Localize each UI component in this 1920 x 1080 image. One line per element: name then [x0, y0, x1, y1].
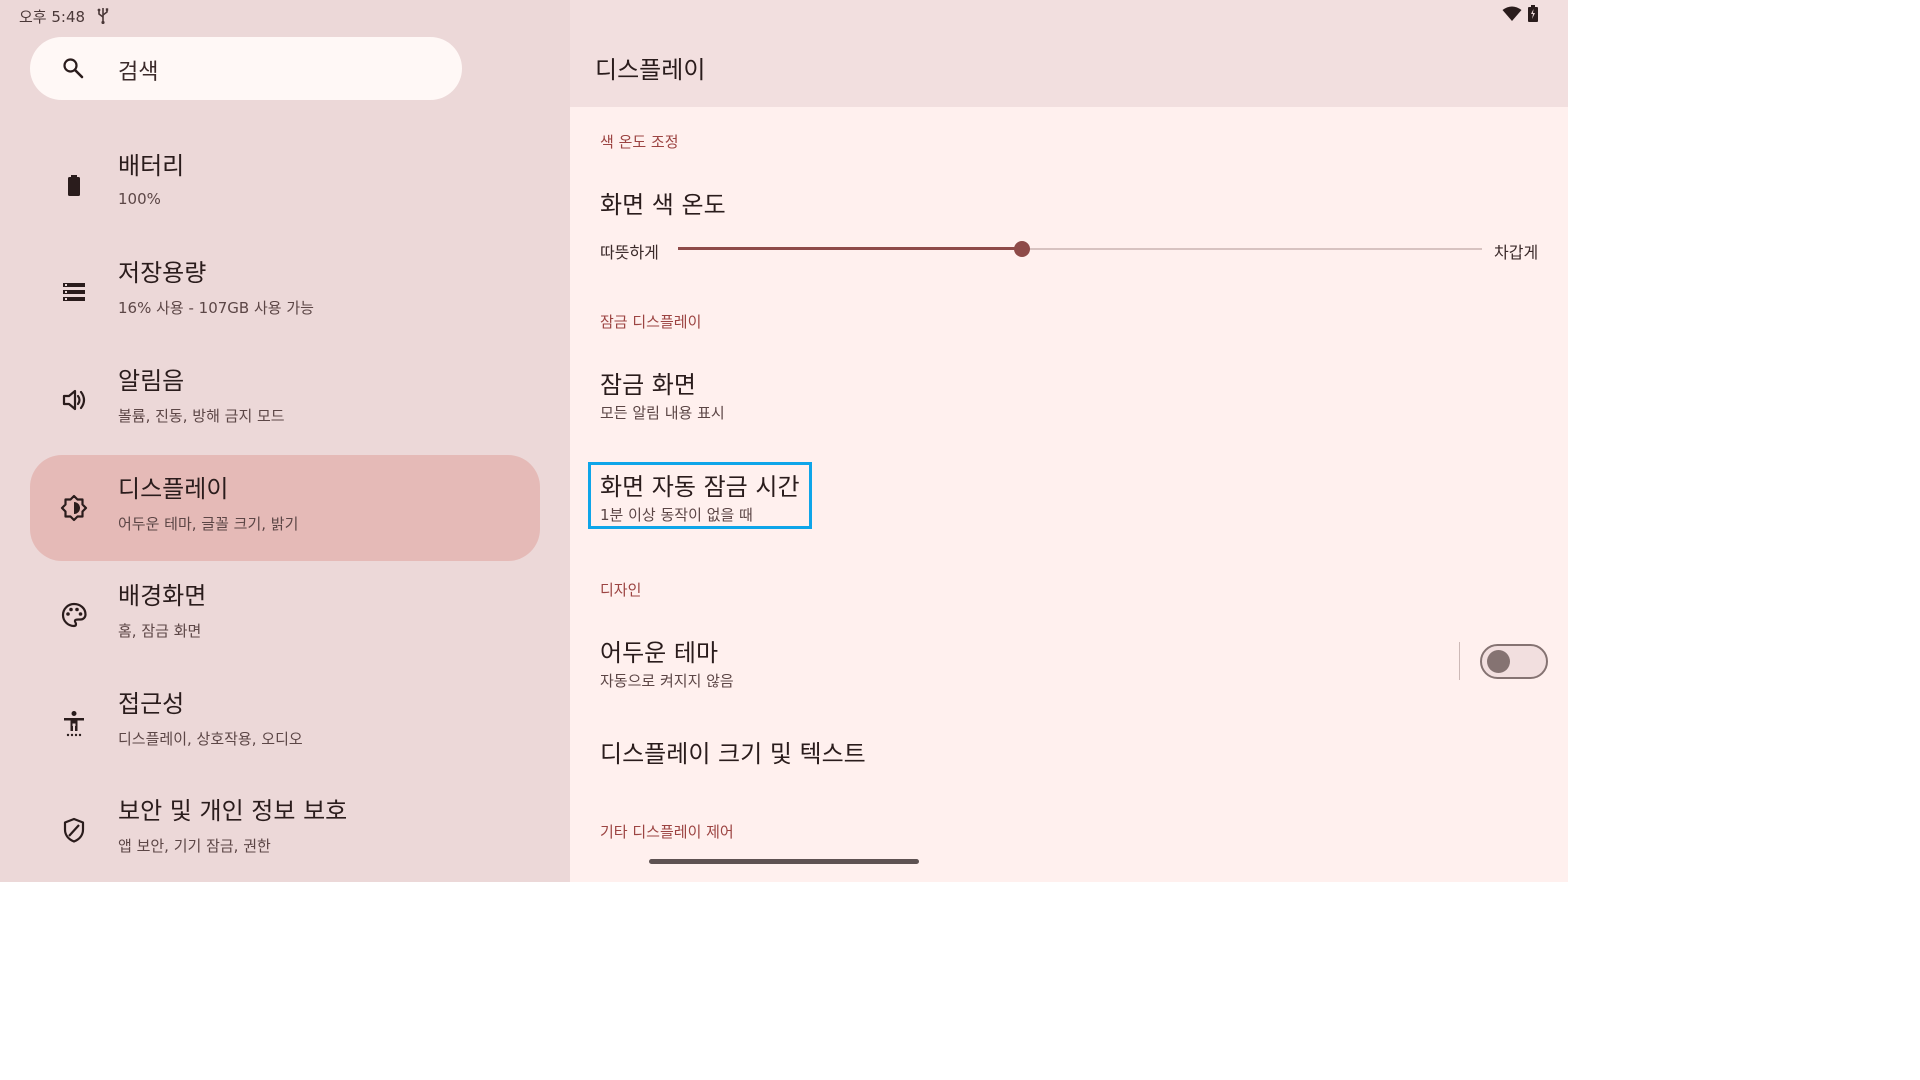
toggle-thumb [1487, 650, 1510, 673]
sidebar-item-title: 배경화면 [118, 582, 207, 610]
accessibility-icon [64, 711, 84, 737]
search-icon[interactable] [61, 56, 85, 80]
usb-icon [97, 8, 109, 24]
dark-theme-toggle[interactable] [1480, 644, 1548, 679]
dark-theme-row[interactable]: 어두운 테마 자동으로 켜지지 않음 [570, 615, 1568, 699]
sidebar-item-title: 접근성 [118, 690, 185, 718]
storage-icon [63, 283, 85, 301]
wifi-icon [1502, 6, 1522, 21]
section-header-design: 디자인 [600, 581, 642, 599]
sidebar-item-subtitle: 디스플레이, 상호작용, 오디오 [118, 730, 303, 748]
lock-screen-subtitle: 모든 알림 내용 표시 [600, 404, 725, 422]
battery-icon [68, 175, 80, 196]
slider-fill [678, 247, 1022, 250]
color-temp-title: 화면 색 온도 [600, 191, 726, 219]
sidebar-item-storage[interactable]: 저장용량 16% 사용 - 107GB 사용 가능 [30, 239, 540, 345]
section-header-lock-display: 잠금 디스플레이 [600, 313, 702, 331]
sidebar-item-subtitle: 어두운 테마, 글꼴 크기, 밝기 [118, 515, 299, 533]
section-header-other: 기타 디스플레이 제어 [600, 823, 734, 841]
sidebar-item-subtitle: 홈, 잠금 화면 [118, 622, 202, 640]
display-settings-list: 색 온도 조정 화면 색 온도 따뜻하게 차갑게 잠금 디스플레이 잠금 화면 … [570, 107, 1568, 882]
brightness-icon [60, 494, 88, 522]
shield-icon [63, 817, 85, 843]
slider-cool-label: 차갑게 [1494, 243, 1539, 262]
focus-highlight [588, 462, 812, 529]
lock-screen-row[interactable]: 잠금 화면 모든 알림 내용 표시 [570, 347, 1568, 431]
battery-icon [1528, 5, 1538, 22]
sidebar-item-title: 저장용량 [118, 259, 207, 287]
status-time: 오후 5:48 [19, 8, 86, 26]
search-input[interactable]: 검색 [118, 54, 158, 86]
sidebar-item-subtitle: 앱 보안, 기기 잠금, 권한 [118, 837, 271, 855]
palette-icon [61, 602, 87, 628]
settings-screen: 검색 배터리 100% 저장용량 16% 사용 - 107GB 사용 가능 알림… [0, 0, 1568, 882]
sidebar-item-display[interactable]: 디스플레이 어두운 테마, 글꼴 크기, 밝기 [30, 455, 540, 561]
settings-sidebar: 검색 배터리 100% 저장용량 16% 사용 - 107GB 사용 가능 알림… [0, 0, 570, 882]
slider-thumb[interactable] [1014, 241, 1030, 257]
sidebar-item-title: 알림음 [118, 367, 185, 395]
display-size-row[interactable]: 디스플레이 크기 및 텍스트 [570, 719, 1568, 783]
sidebar-item-title: 배터리 [118, 152, 185, 180]
color-temp-slider[interactable] [678, 239, 1482, 259]
dark-theme-subtitle: 자동으로 켜지지 않음 [600, 672, 734, 690]
sidebar-item-title: 보안 및 개인 정보 보호 [118, 797, 348, 825]
sidebar-item-sound[interactable]: 알림음 볼륨, 진동, 방해 금지 모드 [30, 347, 540, 453]
page-title: 디스플레이 [595, 56, 706, 84]
sidebar-item-subtitle: 100% [118, 190, 161, 208]
sidebar-item-subtitle: 16% 사용 - 107GB 사용 가능 [118, 299, 314, 317]
dark-theme-title: 어두운 테마 [600, 639, 719, 667]
volume-icon [62, 389, 86, 411]
toggle-divider [1459, 642, 1460, 680]
sidebar-item-title: 디스플레이 [118, 475, 229, 503]
gesture-nav-handle[interactable] [649, 859, 919, 864]
search-bar[interactable] [30, 37, 462, 100]
sidebar-item-subtitle: 볼륨, 진동, 방해 금지 모드 [118, 407, 285, 425]
section-header-color-temp: 색 온도 조정 [600, 133, 679, 151]
sidebar-item-security[interactable]: 보안 및 개인 정보 보호 앱 보안, 기기 잠금, 권한 [30, 777, 540, 883]
sidebar-item-battery[interactable]: 배터리 100% [30, 132, 540, 238]
lock-screen-title: 잠금 화면 [600, 371, 696, 399]
display-size-title: 디스플레이 크기 및 텍스트 [600, 740, 866, 768]
sidebar-item-wallpaper[interactable]: 배경화면 홈, 잠금 화면 [30, 562, 540, 668]
status-bar: 오후 5:48 [0, 0, 1568, 32]
sidebar-item-accessibility[interactable]: 접근성 디스플레이, 상호작용, 오디오 [30, 670, 540, 776]
slider-warm-label: 따뜻하게 [600, 243, 659, 262]
